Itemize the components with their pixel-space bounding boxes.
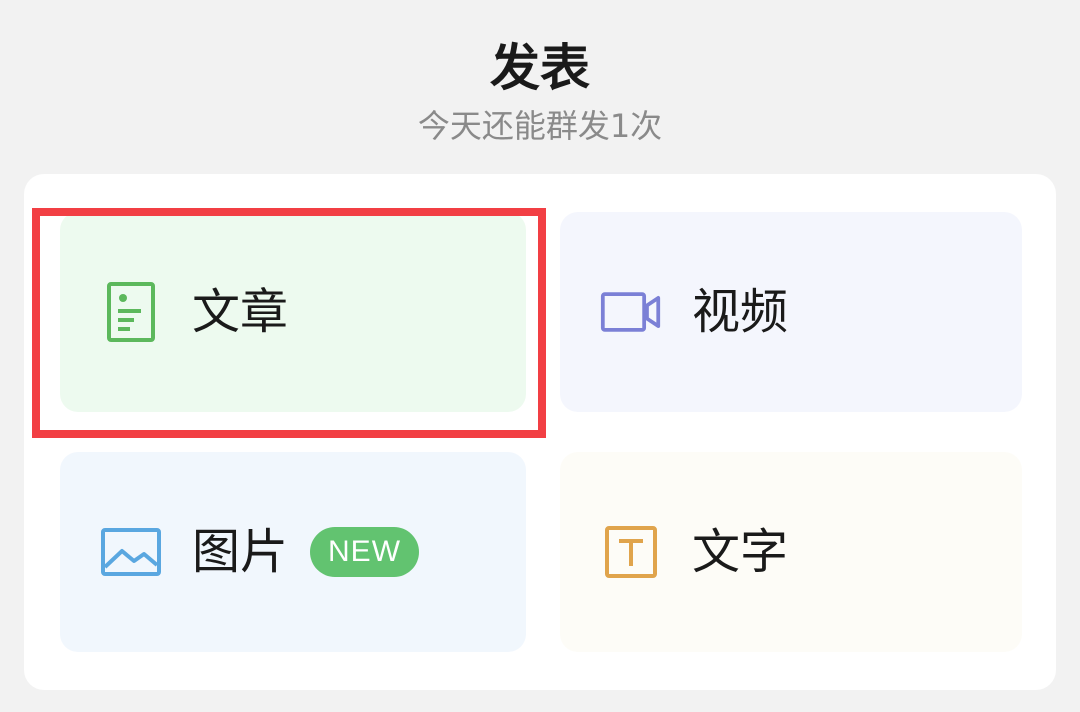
option-video-button[interactable]: 视频 bbox=[560, 212, 1022, 412]
remaining-sends-text: 今天还能群发1次 bbox=[417, 107, 663, 145]
option-image-button[interactable]: 图片 NEW bbox=[60, 452, 526, 652]
page-title: 发表 bbox=[490, 39, 590, 97]
option-text-button[interactable]: 文字 bbox=[560, 452, 1022, 652]
option-image-label: 图片 bbox=[192, 524, 289, 580]
new-badge: NEW bbox=[310, 527, 420, 577]
image-icon bbox=[100, 521, 162, 583]
text-t-icon bbox=[600, 521, 662, 583]
option-article-label: 文章 bbox=[192, 284, 289, 340]
option-article-button[interactable]: 文章 bbox=[60, 212, 526, 412]
option-text-label: 文字 bbox=[692, 524, 789, 580]
document-icon bbox=[100, 281, 162, 343]
video-camera-icon bbox=[600, 281, 662, 343]
option-video-label: 视频 bbox=[692, 284, 789, 340]
